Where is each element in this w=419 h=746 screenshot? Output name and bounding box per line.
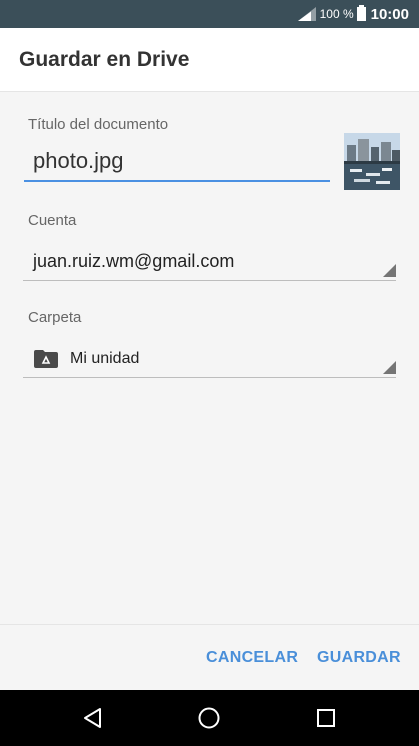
navigation-bar — [0, 690, 419, 746]
photo-thumbnail-image — [344, 133, 400, 190]
save-form: Título del documento Cuenta juan.ruiz.wm… — [0, 92, 419, 624]
dropdown-arrow-icon — [383, 264, 396, 277]
title-label: Título del documento — [28, 116, 169, 133]
battery-percentage: 100 % — [319, 7, 354, 21]
account-select[interactable]: juan.ruiz.wm@gmail.com — [23, 243, 396, 281]
account-label: Cuenta — [28, 212, 77, 229]
folder-select[interactable]: Mi unidad — [23, 340, 396, 378]
dialog-header: Guardar en Drive — [0, 28, 419, 92]
dialog-actions: CANCELAR GUARDAR — [0, 624, 419, 690]
recent-apps-icon[interactable] — [314, 706, 338, 730]
clock: 10:00 — [370, 5, 409, 23]
document-title-input[interactable] — [24, 146, 330, 182]
cancel-button[interactable]: CANCELAR — [206, 625, 298, 691]
folder-value: Mi unidad — [70, 349, 140, 367]
page-title: Guardar en Drive — [19, 47, 190, 71]
signal-icon — [297, 7, 316, 21]
save-button[interactable]: GUARDAR — [317, 625, 401, 691]
drive-folder-icon — [34, 349, 58, 368]
dropdown-arrow-icon — [383, 361, 396, 374]
folder-label: Carpeta — [28, 309, 82, 326]
battery-icon — [356, 5, 366, 21]
photo-thumbnail — [344, 133, 400, 190]
back-icon[interactable] — [82, 706, 106, 730]
home-icon[interactable] — [197, 706, 221, 730]
status-bar: 100 % 10:00 — [0, 0, 419, 28]
account-value: juan.ruiz.wm@gmail.com — [33, 251, 235, 271]
